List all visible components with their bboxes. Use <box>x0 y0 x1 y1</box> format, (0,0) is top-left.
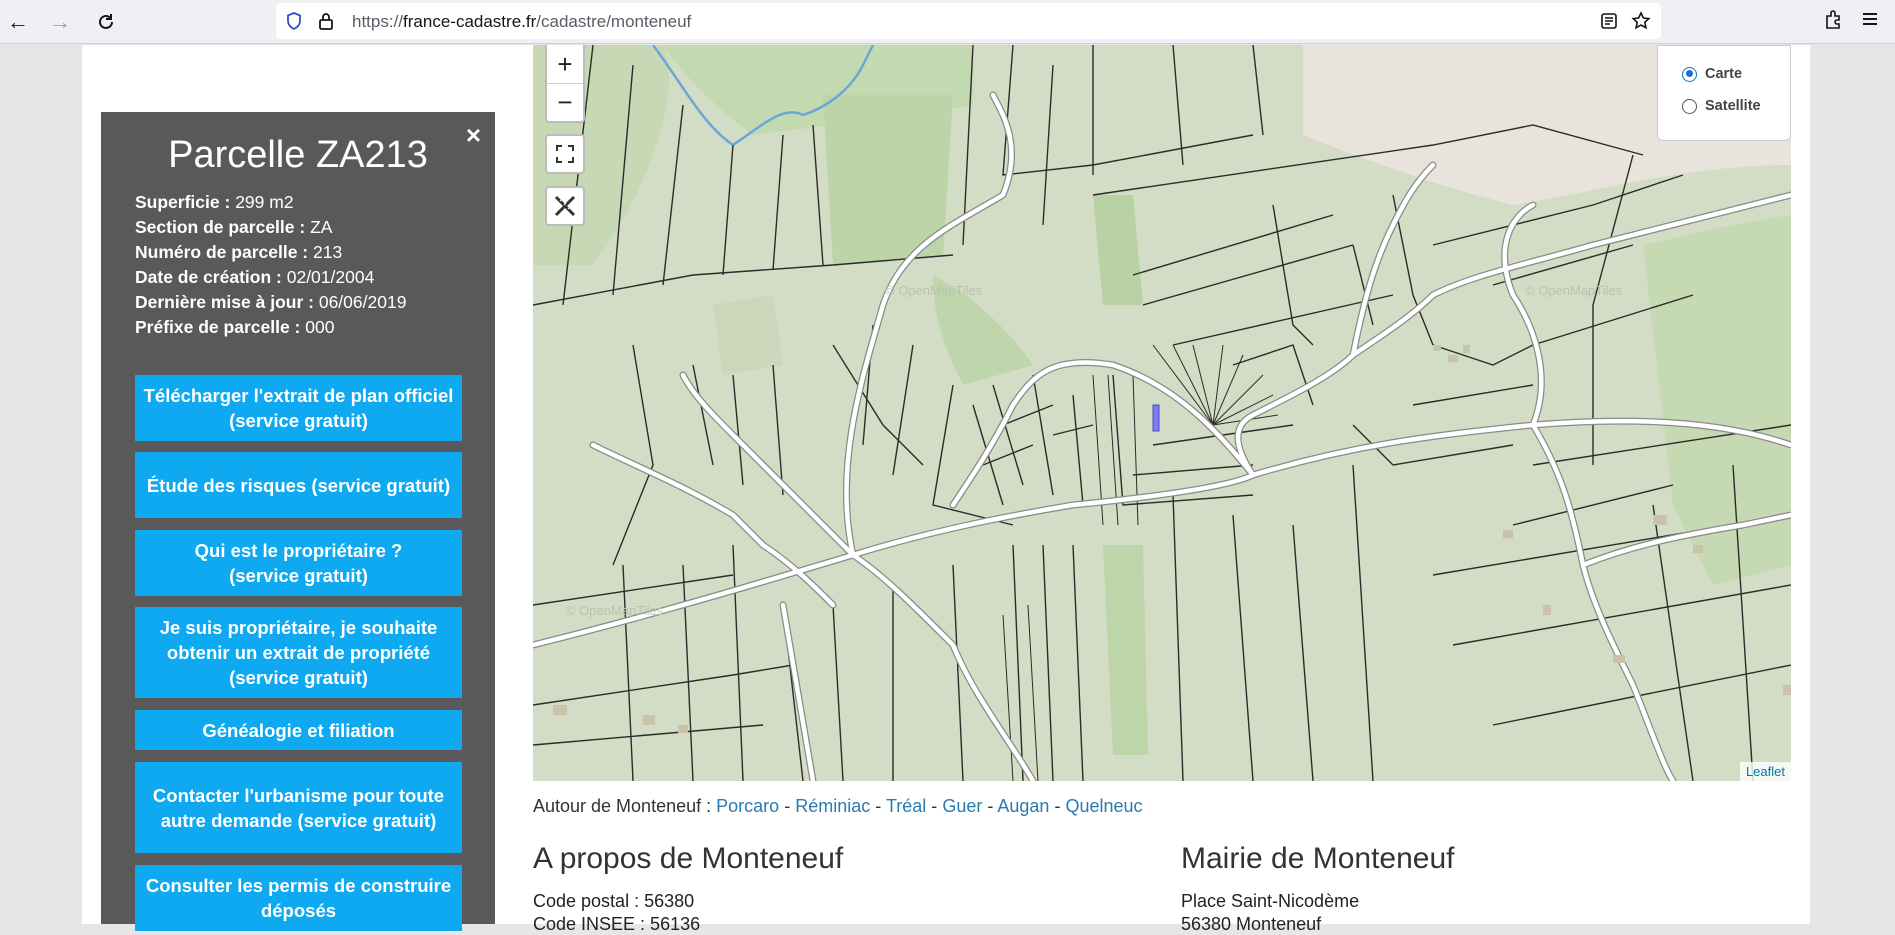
town-link[interactable]: Guer <box>942 796 982 816</box>
map-tiles[interactable] <box>533 45 1791 781</box>
layer-switcher: Carte Satellite <box>1657 45 1791 141</box>
radio-satellite[interactable] <box>1682 98 1697 114</box>
url-prefix: https:// <box>352 12 404 31</box>
radio-carte[interactable] <box>1682 66 1697 82</box>
reader-view-icon[interactable] <box>1599 11 1619 31</box>
info-row-date-creation: Date de création : 02/01/2004 <box>135 267 375 287</box>
bookmark-star-icon[interactable] <box>1631 11 1651 31</box>
map-watermark: © OpenMapTiles <box>1525 283 1623 298</box>
owner-lookup-button[interactable]: Qui est le propriétaire ? (service gratu… <box>135 530 462 596</box>
fullscreen-button[interactable] <box>545 134 585 174</box>
zoom-control: + − <box>545 45 585 123</box>
download-plan-button[interactable]: Télécharger l'extrait de plan officiel (… <box>135 375 462 441</box>
zoom-in-button[interactable]: + <box>547 45 583 83</box>
property-extract-button[interactable]: Je suis propriétaire, je souhaite obteni… <box>135 607 462 698</box>
ruler-pencil-icon <box>554 195 576 217</box>
about-heading: A propos de Monteneuf <box>533 842 844 875</box>
reload-icon[interactable] <box>90 6 122 38</box>
url-path: /cadastre/monteneuf <box>536 12 692 31</box>
town-link[interactable]: Porcaro <box>716 796 779 816</box>
info-row-superficie: Superficie : 299 m2 <box>135 192 294 212</box>
shield-icon[interactable] <box>284 11 304 31</box>
cadastre-map[interactable]: + − Carte Satellite © OpenMapTiles © Ope… <box>533 45 1791 781</box>
risk-study-button[interactable]: Étude des risques (service gratuit) <box>135 452 462 518</box>
info-row-section: Section de parcelle : ZA <box>135 217 333 237</box>
info-row-mise-a-jour: Dernière mise à jour : 06/06/2019 <box>135 292 407 312</box>
insee-code: Code INSEE : 56136 <box>533 914 701 934</box>
extensions-icon[interactable] <box>1822 8 1844 30</box>
map-watermark: © OpenMapTiles <box>885 283 983 298</box>
nearby-label: Autour de Monteneuf : <box>533 796 712 816</box>
parcel-title: Parcelle ZA213 <box>168 134 428 176</box>
zoom-out-button[interactable]: − <box>547 83 583 121</box>
mairie-city: 56380 Monteneuf <box>1181 914 1322 934</box>
postal-code: Code postal : 56380 <box>533 891 695 911</box>
measure-button[interactable] <box>545 186 585 226</box>
url-bar[interactable]: https://france-cadastre.fr/cadastre/mont… <box>276 3 1661 39</box>
layer-option-satellite[interactable]: Satellite <box>1682 98 1761 114</box>
menu-icon[interactable] <box>1859 8 1881 30</box>
mairie-address: Place Saint-Nicodème <box>1181 891 1360 911</box>
lock-icon[interactable] <box>316 11 336 31</box>
parcel-panel: × Parcelle ZA213 Superficie : 299 m2 Sec… <box>101 112 495 931</box>
url-text: https://france-cadastre.fr/cadastre/mont… <box>352 12 691 32</box>
info-row-numero: Numéro de parcelle : 213 <box>135 242 343 262</box>
building-permits-button[interactable]: Consulter les permis de construire dépos… <box>135 865 462 931</box>
leaflet-attribution[interactable]: Leaflet <box>1739 762 1791 781</box>
info-row-prefixe: Préfixe de parcelle : 000 <box>135 317 335 337</box>
browser-toolbar: ← → https://france-cadastre.fr/cadastre/… <box>0 0 1895 44</box>
layer-option-carte[interactable]: Carte <box>1682 66 1742 82</box>
forward-icon[interactable]: → <box>44 6 76 38</box>
fullscreen-icon <box>556 145 574 163</box>
map-watermark: © OpenMapTiles <box>566 603 664 618</box>
town-link[interactable]: Tréal <box>886 796 926 816</box>
contact-urbanism-button[interactable]: Contacter l'urbanisme pour toute autre d… <box>135 762 462 853</box>
town-link[interactable]: Réminiac <box>795 796 870 816</box>
genealogy-button[interactable]: Généalogie et filiation <box>135 710 462 750</box>
nearby-towns: Autour de Monteneuf : Porcaro - Réminiac… <box>533 796 1143 816</box>
mairie-heading: Mairie de Monteneuf <box>1181 842 1455 875</box>
url-host: france-cadastre.fr <box>403 12 537 31</box>
back-icon[interactable]: ← <box>2 6 34 38</box>
town-link[interactable]: Quelneuc <box>1065 796 1142 816</box>
parcel-info: Superficie : 299 m2 Section de parcelle … <box>135 190 406 340</box>
town-link[interactable]: Augan <box>997 796 1049 816</box>
